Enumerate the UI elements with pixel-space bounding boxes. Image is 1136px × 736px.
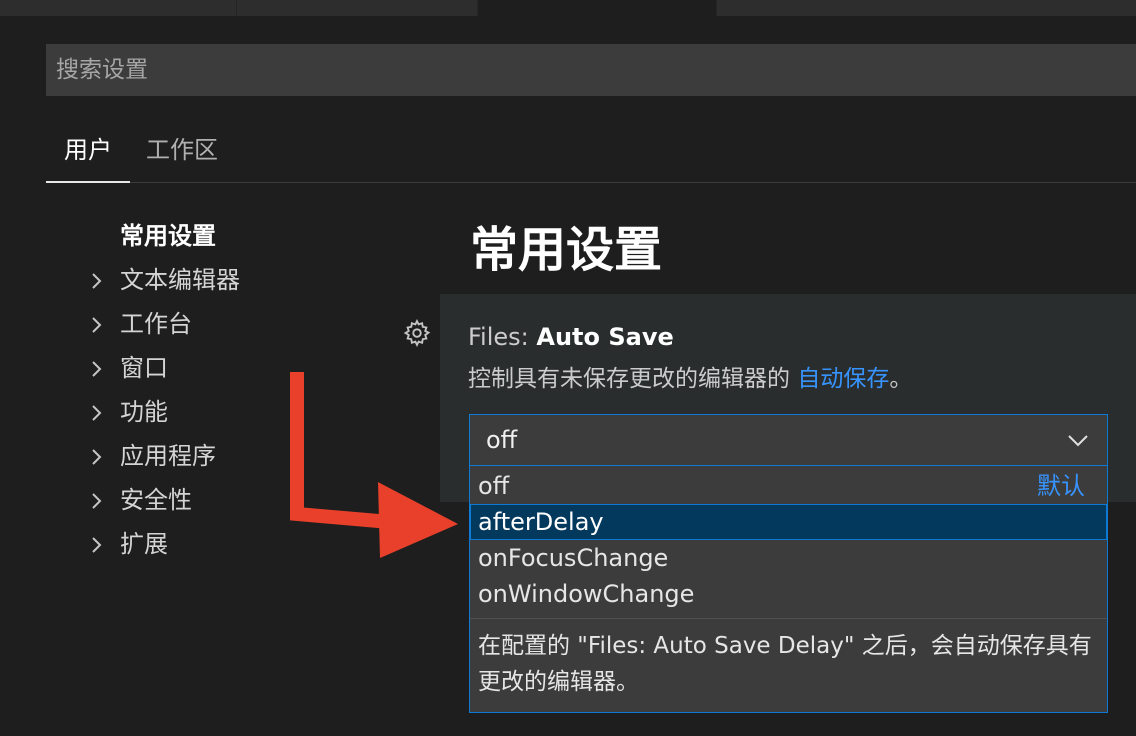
setting-title: Files: Auto Save (468, 320, 674, 354)
toc-item-window[interactable]: 窗口 (90, 348, 168, 388)
toc-item-label: 工作台 (120, 310, 192, 338)
setting-name: Auto Save (536, 323, 674, 351)
chevron-right-icon (90, 348, 120, 388)
section-title: 常用设置 (470, 222, 663, 278)
option-label: onFocusChange (478, 544, 669, 572)
dropdown-divider (470, 618, 1107, 619)
option-onfocuschange[interactable]: onFocusChange (470, 540, 1107, 576)
option-onwindowchange[interactable]: onWindowChange (470, 576, 1107, 612)
chevron-right-icon (90, 524, 120, 564)
toc-item-common[interactable]: 常用设置 (90, 216, 216, 256)
tab-workspace[interactable]: 工作区 (146, 128, 218, 181)
toc-item-security[interactable]: 安全性 (90, 480, 192, 520)
toc-item-application[interactable]: 应用程序 (90, 436, 216, 476)
chevron-right-icon (90, 392, 120, 432)
option-description: 在配置的 "Files: Auto Save Delay" 之后，会自动保存具有… (478, 633, 1092, 695)
toc-item-label: 应用程序 (120, 442, 216, 470)
option-label: afterDelay (478, 508, 604, 536)
editor-tab-strip (0, 0, 1136, 16)
auto-save-dropdown: off 默认 afterDelay onFocusChange onWindow… (469, 466, 1108, 713)
option-label: onWindowChange (478, 580, 695, 608)
toc-item-extensions[interactable]: 扩展 (90, 524, 168, 564)
setting-category: Files: (468, 323, 537, 351)
scope-tabs: 用户 工作区 (46, 128, 1136, 183)
auto-save-select[interactable]: off (469, 414, 1108, 466)
toc-item-label: 扩展 (120, 530, 168, 558)
editor-tab-active[interactable] (478, 0, 717, 16)
editor-tab[interactable] (0, 0, 237, 16)
gear-icon[interactable] (402, 318, 432, 348)
toc-item-workbench[interactable]: 工作台 (90, 304, 192, 344)
search-settings-input[interactable] (46, 44, 1136, 96)
editor-tab[interactable] (237, 0, 478, 16)
chevron-right-icon (90, 304, 120, 344)
toc-item-label: 窗口 (120, 354, 168, 382)
auto-save-link[interactable]: 自动保存 (797, 366, 889, 392)
option-afterdelay[interactable]: afterDelay (470, 504, 1107, 540)
tab-user[interactable]: 用户 (46, 128, 130, 183)
setting-description-text: 控制具有未保存更改的编辑器的 (468, 366, 798, 392)
editor-tab[interactable] (717, 0, 1136, 16)
option-label: off (478, 472, 510, 500)
chevron-down-icon (1068, 435, 1088, 447)
toc-item-label: 安全性 (120, 486, 192, 514)
toc-item-features[interactable]: 功能 (90, 392, 168, 432)
chevron-right-icon (90, 436, 120, 476)
toc-item-label: 功能 (120, 398, 168, 426)
toc-item-label: 常用设置 (120, 222, 216, 250)
toc-item-label: 文本编辑器 (120, 266, 240, 294)
select-value: off (486, 426, 518, 454)
toc-item-text-editor[interactable]: 文本编辑器 (90, 260, 240, 300)
settings-editor: 用户 工作区 常用设置 文本编辑器 工作台 窗口 功能 应用程序 安全性 扩展 … (0, 0, 1136, 736)
setting-description-suffix: 。 (889, 366, 913, 392)
default-tag: 默认 (1037, 472, 1085, 500)
option-off[interactable]: off 默认 (470, 468, 1107, 504)
chevron-right-icon (90, 260, 120, 300)
setting-description: 控制具有未保存更改的编辑器的 自动保存。 (468, 362, 912, 396)
chevron-right-icon (90, 480, 120, 520)
